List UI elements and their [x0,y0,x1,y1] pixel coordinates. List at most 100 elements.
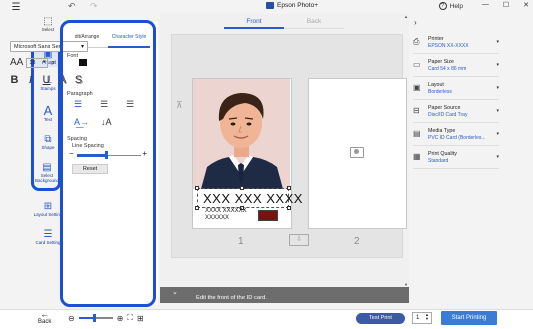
card-number-2: 2 [354,236,360,247]
copies-stepper[interactable]: 1 ▲ ▼ [412,312,432,324]
tab-front[interactable]: Front [224,18,284,29]
increase-icon[interactable]: + [142,149,147,158]
test-print-button[interactable]: Test Print [356,313,405,324]
stepper-arrows-icon[interactable]: ▲ ▼ [425,313,429,321]
paper-size-icon: ▭ [413,60,421,69]
setting-paper-size[interactable]: ▭ Paper Size Card 54 x 86 mm ▾ [413,57,499,77]
font-size-select[interactable]: 18 ▾ [26,57,49,68]
app-title: Epson Photo+ [266,2,318,9]
chevron-down-icon: ▾ [496,62,499,68]
setting-name: Layout [428,82,444,88]
setting-name: Printer [428,36,444,42]
setting-printer[interactable]: ⎙ Printer EPSON XX-XXXX ▾ [413,34,499,54]
font-size-value: 18 [29,59,36,66]
zoom-slider-thumb[interactable] [93,314,96,322]
rail-item-select[interactable]: ⬚ Select [33,16,63,32]
grid-icon[interactable]: ⊞ [137,314,144,323]
font-size-row: AA 18 ▾ pt [10,57,56,68]
align-center-icon[interactable]: ☰ [100,99,108,110]
font-size-unit: pt [51,59,56,66]
zoom-out-icon[interactable]: ⊖ [68,314,75,323]
align-guide-icon[interactable]: ⊼ [176,100,183,111]
setting-name: Media Type [428,128,456,134]
setting-print-quality[interactable]: ▦ Print Quality Standard ▾ [413,149,499,169]
layout-icon: ▣ [413,83,421,92]
signature-stamp[interactable] [258,210,278,221]
start-printing-button[interactable]: Start Printing [441,311,497,325]
slider-thumb[interactable] [104,151,108,159]
minimize-icon[interactable]: — [482,1,489,9]
rail-item-card-setting[interactable]: ☰ Card Setting [33,229,63,245]
setting-value: Borderless [428,89,452,95]
slider-fill [77,154,106,157]
scroll-up-icon[interactable]: ▲ [404,14,408,19]
chevron-down-icon: ▾ [42,58,46,65]
rail-label-layout: Layout Setting [33,212,63,217]
font-size-icon: AA [10,57,24,68]
zoom-in-icon[interactable]: ⊕ [117,314,124,323]
italic-button[interactable]: I [25,74,36,86]
fit-screen-icon[interactable]: ⛶ [127,313,133,323]
setting-value: Disc/ID Card Tray [428,112,468,118]
arrow-left-icon: ← [40,309,50,319]
collapse-panel-icon[interactable]: › [414,18,417,27]
horizontal-text-icon[interactable]: A͟→ [74,117,89,127]
underline-button[interactable]: U [41,74,52,86]
printer-icon: ⎙ [413,37,420,46]
card-sub-text-line-1: XXXX XXXXXX [205,208,247,214]
card-side-tabs: Front Back [224,18,344,29]
outline-button[interactable]: A [57,74,68,87]
back-button[interactable]: ← Back [38,310,51,326]
help-label: Help [449,2,463,10]
setting-value: Card 54 x 86 mm [428,66,467,72]
redo-icon[interactable]: ↷ [90,1,98,12]
hint-bar: ⌄ Edit the front of the ID card. [160,287,409,303]
portrait-photo[interactable] [193,79,290,189]
tab-character-style[interactable]: Character Style [108,34,150,48]
setting-layout[interactable]: ▣ Layout Borderless ▾ [413,80,499,100]
line-spacing-slider[interactable]: − + [69,149,149,159]
chevron-down-icon: ▾ [496,85,499,91]
resize-handle[interactable] [287,186,291,190]
resize-handle[interactable] [195,206,199,210]
help-button[interactable]: ? Help [438,2,463,10]
media-type-icon: ▤ [413,129,421,138]
paragraph-label: Paragraph [67,91,93,97]
reset-button[interactable]: Reset [72,164,108,174]
font-label: Font [67,53,79,59]
card-name-text[interactable]: XXX XXX XXXX [203,191,303,206]
resize-handle[interactable] [195,186,199,190]
setting-value: EPSON XX-XXXX [428,43,469,49]
chevron-down-icon: ▾ [496,131,499,137]
resize-handle[interactable] [287,206,291,210]
card-sub-text-line-2: XXXXXX [205,215,230,221]
tab-back[interactable]: Back [284,18,344,29]
rail-item-layout[interactable]: ⊞ Layout Setting [33,201,63,217]
bold-button[interactable]: B [9,74,20,86]
shadow-button[interactable]: S [73,74,84,86]
align-left-icon[interactable]: ☰ [74,99,82,110]
decrease-icon[interactable]: − [69,149,74,158]
font-select[interactable]: Microsoft Sans Serif ▾ [10,41,88,52]
align-right-icon[interactable]: ☰ [126,99,134,110]
setting-paper-source[interactable]: ⊟ Paper Source Disc/ID Card Tray ▾ [413,103,499,123]
hamburger-menu-icon[interactable]: ☰ [0,0,32,14]
maximize-icon[interactable]: ☐ [503,1,509,9]
spacing-label: Spacing [67,136,87,142]
undo-icon[interactable]: ↶ [68,1,76,12]
card-sub-text[interactable]: XXXX XXXXXX XXXXXX [205,208,247,222]
layout-icon: ⊞ [43,201,53,212]
text-color-swatch[interactable] [79,59,87,66]
close-icon[interactable]: ✕ [523,1,529,9]
zoom-controls: ⊖ ⊕ ⛶ ⊞ [68,313,144,323]
swap-cards-icon[interactable]: ⇩ [289,234,309,246]
zoom-slider[interactable] [78,314,113,322]
copies-value: 1 [416,315,420,321]
chevron-down-icon: ▾ [496,39,499,45]
vertical-text-icon[interactable]: ↓A [101,117,112,127]
window-controls: — ☐ ✕ [482,1,529,9]
setting-media-type[interactable]: ▤ Media Type PVC ID Card (Borderles... ▾ [413,126,499,146]
resize-handle[interactable] [240,186,244,190]
chevron-down-icon[interactable]: ⌄ [172,288,178,296]
back-label: Back [38,319,52,325]
